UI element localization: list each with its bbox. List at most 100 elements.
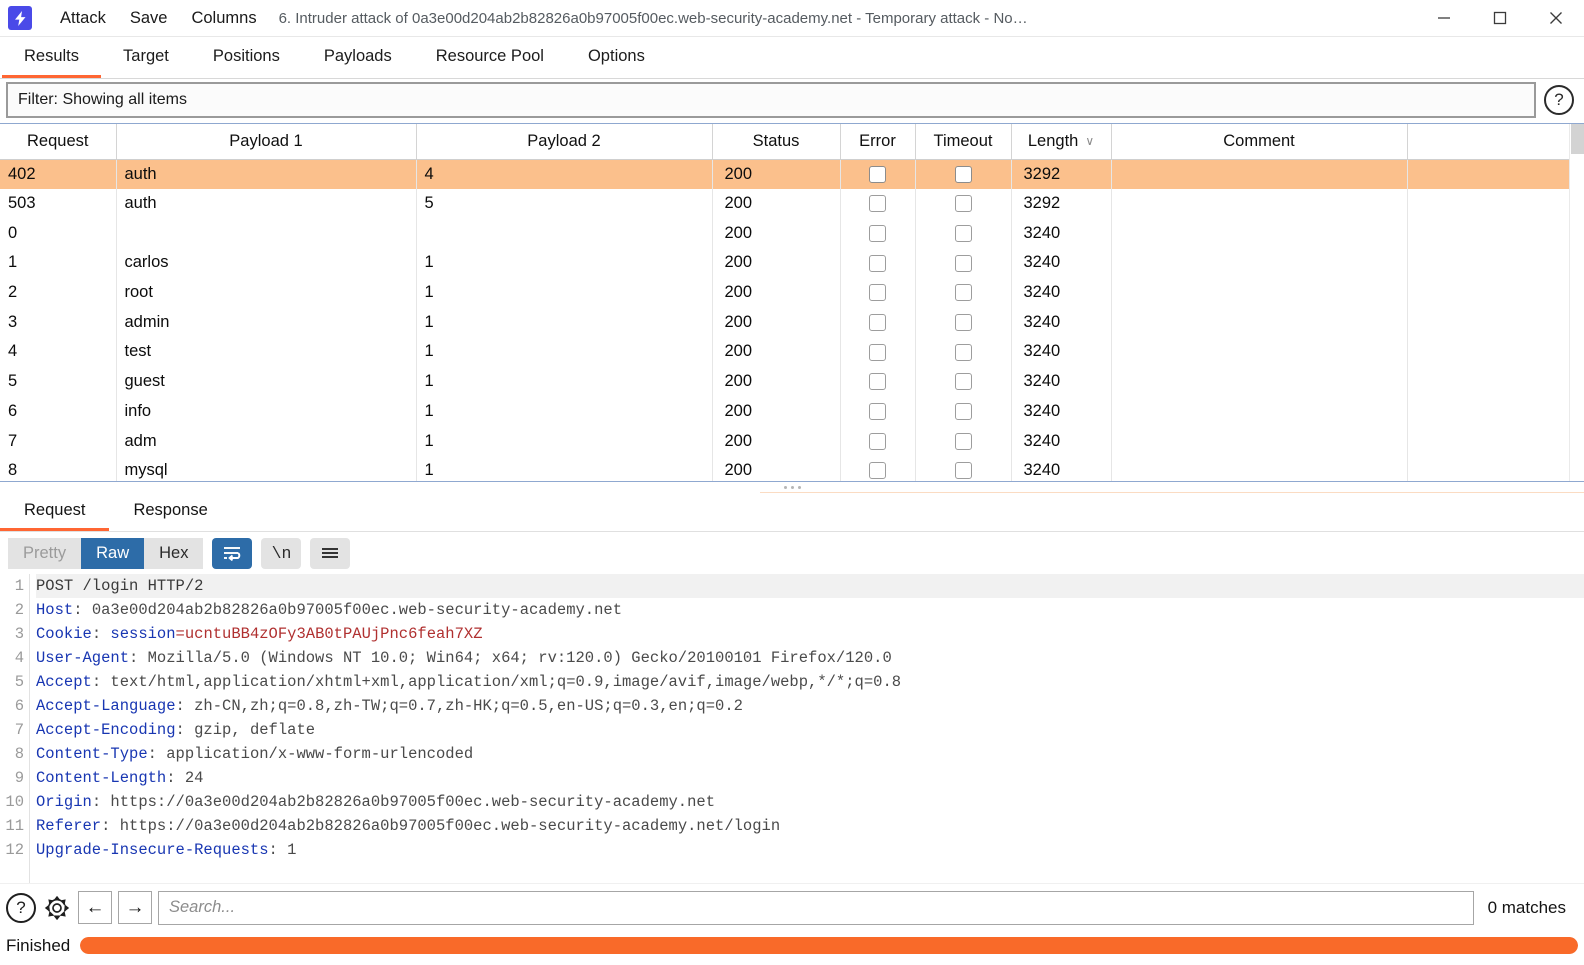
request-token: : zh-CN,zh;q=0.8,zh-TW;q=0.7,zh-HK;q=0.5… — [175, 697, 743, 715]
maximize-button[interactable] — [1472, 0, 1528, 36]
search-input[interactable] — [158, 890, 1474, 925]
cell-payload-2: 1 — [416, 307, 713, 338]
cell-payload-1: auth — [116, 159, 417, 189]
table-row[interactable]: 5 guest 1 200 3240 — [0, 366, 1569, 397]
table-row[interactable]: 3 admin 1 200 3240 — [0, 307, 1569, 338]
table-row[interactable]: 2 root 1 200 3240 — [0, 277, 1569, 308]
menu-save[interactable]: Save — [118, 6, 180, 31]
column-header-payload-2[interactable]: Payload 2 — [416, 124, 713, 160]
view-hex-button[interactable]: Hex — [144, 537, 204, 569]
view-pretty-button[interactable]: Pretty — [8, 537, 82, 569]
results-table-pane: Request Payload 1 Payload 2 Status Error… — [0, 123, 1584, 481]
timeout-checkbox[interactable] — [954, 195, 972, 213]
cell-request: 8 — [0, 455, 117, 481]
pane-splitter[interactable] — [0, 481, 1584, 493]
tab-request[interactable]: Request — [0, 492, 110, 531]
tab-resource-pool[interactable]: Resource Pool — [414, 37, 566, 78]
cell-spacer — [1407, 337, 1569, 367]
search-next-button[interactable]: → — [118, 891, 152, 924]
column-label-timeout: Timeout — [933, 131, 993, 150]
error-checkbox[interactable] — [869, 254, 886, 272]
tab-payloads[interactable]: Payloads — [302, 37, 414, 78]
request-text[interactable]: POST /login HTTP/2 Host: 0a3e00d204ab2b82… — [30, 574, 1584, 883]
table-row[interactable]: 503 auth 5 200 3292 — [0, 188, 1569, 219]
cell-error — [840, 218, 916, 249]
request-token: Origin — [36, 793, 92, 811]
scrollbar-thumb[interactable] — [1571, 124, 1584, 154]
column-header-length[interactable]: Length ∨ — [1011, 124, 1112, 160]
error-checkbox[interactable] — [869, 313, 886, 331]
show-newlines-icon[interactable]: \n — [261, 537, 302, 569]
error-checkbox[interactable] — [869, 195, 886, 213]
results-scroll-area: Request Payload 1 Payload 2 Status Error… — [0, 124, 1584, 481]
column-header-timeout[interactable]: Timeout — [915, 124, 1012, 160]
help-icon[interactable]: ? — [1544, 85, 1574, 115]
table-row[interactable]: 0 200 3240 — [0, 218, 1569, 249]
filter-row: Filter: Showing all items ? — [0, 79, 1584, 123]
table-row[interactable]: 1 carlos 1 200 3240 — [0, 248, 1569, 278]
table-row[interactable]: 4 test 1 200 3240 — [0, 337, 1569, 367]
column-header-status[interactable]: Status — [712, 124, 841, 160]
message-detail-pane: Request Response Pretty Raw Hex \n 1 2 3… — [0, 492, 1584, 931]
column-header-request[interactable]: Request — [0, 124, 117, 160]
table-row[interactable]: 7 adm 1 200 3240 — [0, 426, 1569, 456]
column-header-comment[interactable]: Comment — [1111, 124, 1408, 160]
view-raw-button[interactable]: Raw — [81, 537, 145, 569]
cell-comment — [1111, 277, 1408, 308]
tab-positions[interactable]: Positions — [191, 37, 302, 78]
timeout-checkbox[interactable] — [954, 254, 972, 272]
request-editor[interactable]: 1 2 3 4 5 6 7 8 9 10 11 12 POST /login HTTP/2 Host: … — [0, 574, 1584, 883]
timeout-checkbox[interactable] — [954, 402, 972, 420]
timeout-checkbox[interactable] — [954, 343, 972, 361]
tab-results[interactable]: Results — [2, 37, 102, 78]
error-checkbox[interactable] — [869, 343, 886, 361]
tab-options[interactable]: Options — [566, 37, 667, 78]
error-checkbox[interactable] — [869, 165, 886, 183]
error-checkbox[interactable] — [869, 373, 886, 391]
table-row[interactable]: 8 mysql 1 200 3240 — [0, 455, 1569, 481]
menu-attack[interactable]: Attack — [48, 6, 118, 31]
message-tab-bar: Request Response — [0, 492, 1584, 532]
filter-bar[interactable]: Filter: Showing all items — [6, 82, 1536, 118]
error-checkbox[interactable] — [869, 432, 886, 450]
table-row[interactable]: 6 info 1 200 3240 — [0, 396, 1569, 427]
timeout-checkbox[interactable] — [954, 165, 972, 183]
cell-length: 3240 — [1011, 248, 1112, 278]
cell-spacer — [1407, 218, 1569, 248]
cell-payload-2: 1 — [416, 248, 713, 278]
request-line: Accept-Language: zh-CN,zh;q=0.8,zh-TW;q=… — [36, 694, 1584, 718]
timeout-checkbox[interactable] — [954, 224, 972, 242]
cell-spacer — [1407, 367, 1569, 397]
cell-comment — [1111, 337, 1408, 367]
timeout-checkbox[interactable] — [954, 284, 972, 302]
minimize-button[interactable] — [1416, 0, 1472, 36]
timeout-checkbox[interactable] — [954, 432, 972, 450]
column-header-payload-1[interactable]: Payload 1 — [116, 124, 417, 160]
tab-target[interactable]: Target — [101, 37, 191, 78]
cell-payload-1: auth — [116, 188, 417, 219]
cell-spacer — [1407, 397, 1569, 427]
cell-status: 200 — [712, 337, 841, 367]
table-row[interactable]: 402 auth 4 200 3292 — [0, 159, 1569, 189]
error-checkbox[interactable] — [869, 462, 886, 480]
cell-spacer — [1407, 456, 1569, 481]
gear-icon[interactable] — [42, 893, 72, 923]
timeout-checkbox[interactable] — [954, 373, 972, 391]
cell-status: 200 — [712, 366, 841, 397]
results-vertical-scrollbar[interactable] — [1569, 124, 1584, 481]
menu-columns[interactable]: Columns — [179, 6, 268, 31]
close-button[interactable] — [1528, 0, 1584, 36]
timeout-checkbox[interactable] — [954, 313, 972, 331]
word-wrap-icon[interactable] — [212, 537, 253, 569]
search-prev-button[interactable]: ← — [78, 891, 112, 924]
cell-payload-1: guest — [116, 366, 417, 397]
search-help-icon[interactable]: ? — [6, 892, 36, 923]
column-header-error[interactable]: Error — [840, 124, 916, 160]
error-checkbox[interactable] — [869, 402, 886, 420]
hamburger-icon[interactable] — [310, 537, 351, 569]
tab-response[interactable]: Response — [109, 492, 231, 531]
column-label-payload-2: Payload 2 — [527, 131, 601, 150]
error-checkbox[interactable] — [869, 284, 886, 302]
timeout-checkbox[interactable] — [954, 462, 972, 480]
error-checkbox[interactable] — [869, 224, 886, 242]
